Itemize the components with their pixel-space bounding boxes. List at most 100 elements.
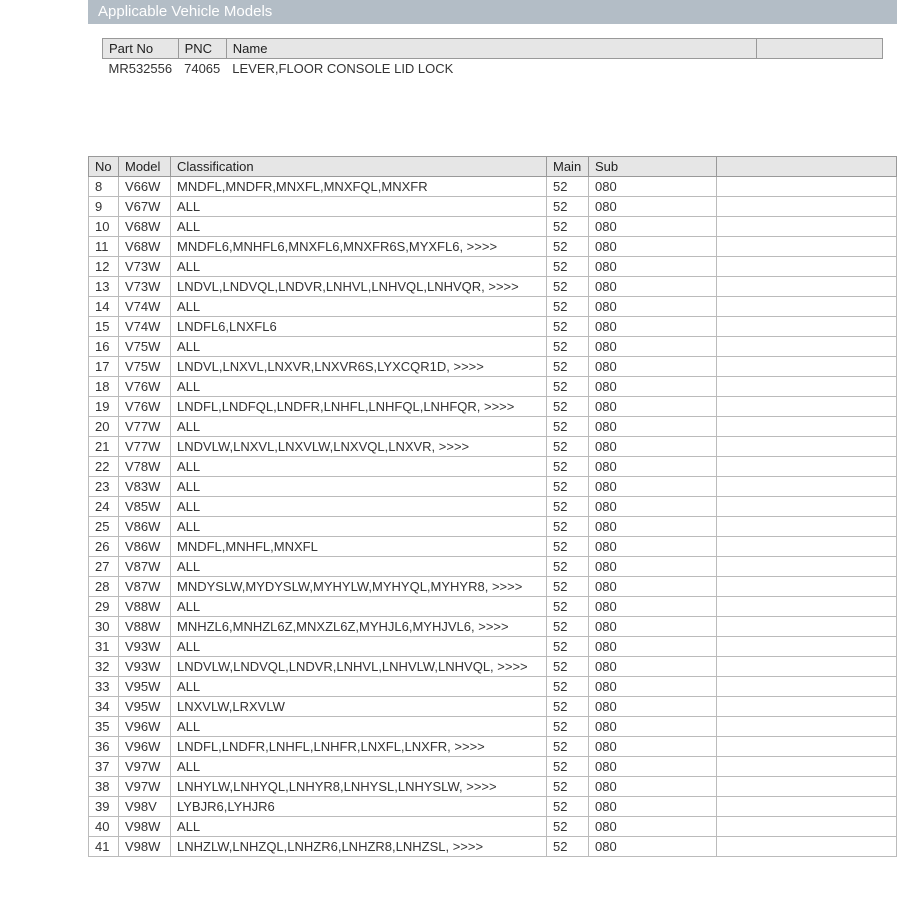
models-col-model: Model (119, 157, 171, 177)
models-col-main: Main (547, 157, 589, 177)
table-row[interactable]: 24V85WALL52080 (89, 497, 897, 517)
cell-extra (717, 497, 897, 517)
table-row[interactable]: 35V96WALL52080 (89, 717, 897, 737)
cell-sub: 080 (589, 657, 717, 677)
cell-sub: 080 (589, 317, 717, 337)
part-table-header-row: Part No PNC Name (103, 39, 883, 59)
cell-main: 52 (547, 337, 589, 357)
table-row[interactable]: 22V78WALL52080 (89, 457, 897, 477)
cell-extra (717, 477, 897, 497)
table-row[interactable]: 13V73WLNDVL,LNDVQL,LNDVR,LNHVL,LNHVQL,LN… (89, 277, 897, 297)
table-row[interactable]: 10V68WALL52080 (89, 217, 897, 237)
table-row[interactable]: 16V75WALL52080 (89, 337, 897, 357)
table-row[interactable]: 11V68WMNDFL6,MNHFL6,MNXFL6,MNXFR6S,MYXFL… (89, 237, 897, 257)
table-row[interactable]: 26V86WMNDFL,MNHFL,MNXFL52080 (89, 537, 897, 557)
table-row[interactable]: 9V67WALL52080 (89, 197, 897, 217)
table-row[interactable]: 23V83WALL52080 (89, 477, 897, 497)
cell-model: V66W (119, 177, 171, 197)
table-row[interactable]: 12V73WALL52080 (89, 257, 897, 277)
table-row[interactable]: 20V77WALL52080 (89, 417, 897, 437)
cell-main: 52 (547, 417, 589, 437)
table-row[interactable]: 39V98VLYBJR6,LYHJR652080 (89, 797, 897, 817)
cell-classification: ALL (171, 377, 547, 397)
cell-extra (717, 757, 897, 777)
table-row[interactable]: 33V95WALL52080 (89, 677, 897, 697)
cell-model: V73W (119, 257, 171, 277)
table-row[interactable]: 8V66WMNDFL,MNDFR,MNXFL,MNXFQL,MNXFR52080 (89, 177, 897, 197)
table-row[interactable]: 30V88WMNHZL6,MNHZL6Z,MNXZL6Z,MYHJL6,MYHJ… (89, 617, 897, 637)
cell-model: V88W (119, 617, 171, 637)
models-col-no: No (89, 157, 119, 177)
cell-model: V86W (119, 517, 171, 537)
part-row[interactable]: MR532556 74065 LEVER,FLOOR CONSOLE LID L… (103, 59, 883, 79)
cell-extra (717, 777, 897, 797)
cell-classification: ALL (171, 297, 547, 317)
cell-model: V74W (119, 297, 171, 317)
table-row[interactable]: 28V87WMNDYSLW,MYDYSLW,MYHYLW,MYHYQL,MYHY… (89, 577, 897, 597)
cell-no: 13 (89, 277, 119, 297)
table-row[interactable]: 32V93WLNDVLW,LNDVQL,LNDVR,LNHVL,LNHVLW,L… (89, 657, 897, 677)
cell-classification: ALL (171, 677, 547, 697)
table-row[interactable]: 25V86WALL52080 (89, 517, 897, 537)
cell-no: 41 (89, 837, 119, 857)
cell-main: 52 (547, 357, 589, 377)
table-row[interactable]: 17V75WLNDVL,LNXVL,LNXVR,LNXVR6S,LYXCQR1D… (89, 357, 897, 377)
cell-no: 24 (89, 497, 119, 517)
cell-sub: 080 (589, 457, 717, 477)
cell-model: V67W (119, 197, 171, 217)
cell-classification: LNDVLW,LNXVL,LNXVLW,LNXVQL,LNXVR, >>>> (171, 437, 547, 457)
table-row[interactable]: 15V74WLNDFL6,LNXFL652080 (89, 317, 897, 337)
cell-classification: ALL (171, 337, 547, 357)
table-row[interactable]: 27V87WALL52080 (89, 557, 897, 577)
cell-classification: ALL (171, 457, 547, 477)
cell-classification: MNHZL6,MNHZL6Z,MNXZL6Z,MYHJL6,MYHJVL6, >… (171, 617, 547, 637)
table-row[interactable]: 40V98WALL52080 (89, 817, 897, 837)
cell-classification: ALL (171, 597, 547, 617)
cell-extra (717, 257, 897, 277)
table-row[interactable]: 31V93WALL52080 (89, 637, 897, 657)
cell-no: 23 (89, 477, 119, 497)
table-row[interactable]: 38V97WLNHYLW,LNHYQL,LNHYR8,LNHYSL,LNHYSL… (89, 777, 897, 797)
cell-model: V98W (119, 837, 171, 857)
table-row[interactable]: 36V96WLNDFL,LNDFR,LNHFL,LNHFR,LNXFL,LNXF… (89, 737, 897, 757)
cell-sub: 080 (589, 257, 717, 277)
cell-main: 52 (547, 217, 589, 237)
cell-sub: 080 (589, 717, 717, 737)
cell-classification: ALL (171, 817, 547, 837)
table-row[interactable]: 29V88WALL52080 (89, 597, 897, 617)
cell-extra (717, 557, 897, 577)
cell-model: V77W (119, 437, 171, 457)
part-table: Part No PNC Name MR532556 74065 LEVER,FL… (102, 38, 883, 78)
cell-extra (717, 637, 897, 657)
cell-main: 52 (547, 757, 589, 777)
cell-sub: 080 (589, 297, 717, 317)
cell-main: 52 (547, 837, 589, 857)
table-row[interactable]: 14V74WALL52080 (89, 297, 897, 317)
cell-classification: LNHZLW,LNHZQL,LNHZR6,LNHZR8,LNHZSL, >>>> (171, 837, 547, 857)
cell-extra (717, 617, 897, 637)
cell-model: V85W (119, 497, 171, 517)
cell-main: 52 (547, 537, 589, 557)
cell-main: 52 (547, 777, 589, 797)
cell-main: 52 (547, 177, 589, 197)
table-row[interactable]: 21V77WLNDVLW,LNXVL,LNXVLW,LNXVQL,LNXVR, … (89, 437, 897, 457)
part-col-pnc: PNC (178, 39, 226, 59)
cell-no: 21 (89, 437, 119, 457)
cell-model: V93W (119, 657, 171, 677)
cell-extra (717, 537, 897, 557)
models-col-classification: Classification (171, 157, 547, 177)
cell-no: 16 (89, 337, 119, 357)
cell-model: V95W (119, 677, 171, 697)
cell-sub: 080 (589, 677, 717, 697)
cell-extra (717, 277, 897, 297)
cell-classification: ALL (171, 217, 547, 237)
table-row[interactable]: 19V76WLNDFL,LNDFQL,LNDFR,LNHFL,LNHFQL,LN… (89, 397, 897, 417)
cell-model: V97W (119, 777, 171, 797)
table-row[interactable]: 41V98WLNHZLW,LNHZQL,LNHZR6,LNHZR8,LNHZSL… (89, 837, 897, 857)
table-row[interactable]: 34V95WLNXVLW,LRXVLW52080 (89, 697, 897, 717)
cell-model: V87W (119, 577, 171, 597)
cell-no: 37 (89, 757, 119, 777)
models-table: No Model Classification Main Sub 8V66WMN… (88, 156, 897, 857)
table-row[interactable]: 37V97WALL52080 (89, 757, 897, 777)
table-row[interactable]: 18V76WALL52080 (89, 377, 897, 397)
